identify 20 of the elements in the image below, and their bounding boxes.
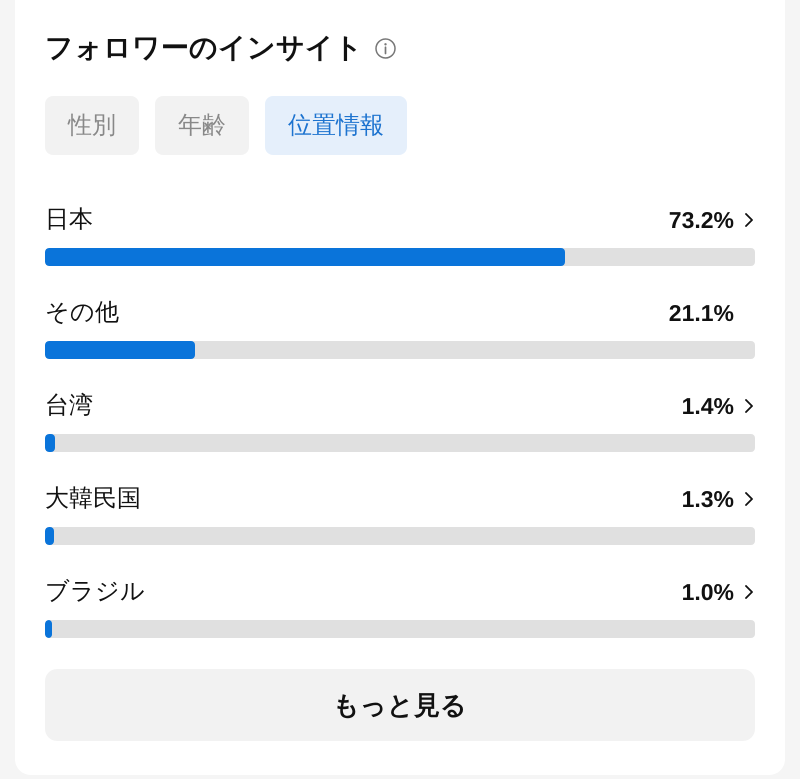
region-percentage: 73.2% (668, 206, 734, 235)
region-percentage: 1.4% (682, 392, 734, 421)
region-name: 日本 (45, 205, 93, 235)
see-more-button[interactable]: もっと見る (45, 669, 755, 741)
region-name: その他 (45, 298, 119, 328)
chevron-right-icon[interactable] (745, 213, 753, 227)
chevron-right-icon[interactable] (745, 399, 753, 413)
filter-tab[interactable]: 年齢 (155, 96, 249, 155)
chevron-right-icon[interactable] (745, 585, 753, 599)
region-percentage: 21.1% (668, 299, 734, 328)
filter-tab[interactable]: 性別 (45, 96, 139, 155)
chevron-right-icon[interactable] (745, 492, 753, 506)
region-name: 大韓民国 (45, 484, 141, 514)
region-name: ブラジル (45, 577, 145, 607)
region-name: 台湾 (45, 391, 93, 421)
info-icon[interactable] (375, 38, 396, 58)
region-percentage: 1.3% (682, 485, 734, 514)
filter-tab[interactable]: 位置情報 (265, 96, 407, 155)
region-percentage: 1.0% (682, 578, 734, 607)
card-title: フォロワーのインサイト (45, 31, 363, 65)
